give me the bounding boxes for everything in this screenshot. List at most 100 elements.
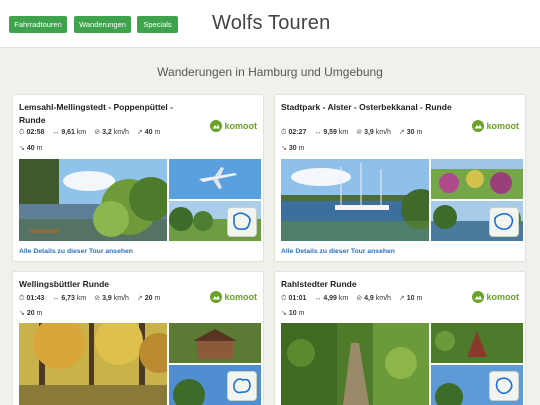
komoot-label: komoot <box>486 121 520 131</box>
tour-stats-row-2: ↘ 20 m <box>19 309 48 319</box>
clock-icon: ⏱ <box>19 129 25 136</box>
photo-hedge-path[interactable] <box>281 323 429 405</box>
komoot-label: komoot <box>224 121 258 131</box>
ascent-unit: m <box>154 295 161 302</box>
tour-distance: 6,73 <box>61 295 75 302</box>
tour-descent: 40 <box>26 145 35 152</box>
up-arrow-icon: ↗ <box>398 129 405 136</box>
tour-speed: 3,9 <box>364 129 374 136</box>
ascent-unit: m <box>154 129 161 136</box>
tour-title[interactable]: Rahlstedter Runde <box>281 278 461 291</box>
tour-ascent: 20 <box>144 295 153 302</box>
tour-speed: 3,2 <box>102 129 112 136</box>
nav-button-wanderungen[interactable]: Wanderungen <box>74 16 131 33</box>
tour-photo-gallery[interactable] <box>281 323 523 405</box>
tour-speed: 3,9 <box>102 295 112 302</box>
komoot-logo-icon <box>209 291 222 303</box>
tour-ascent: 40 <box>144 129 153 136</box>
tour-title[interactable]: Lemsahl-Mellingstedt - Poppenpüttel - Ru… <box>19 101 199 126</box>
up-arrow-icon: ↗ <box>398 295 405 302</box>
site-brand-title[interactable]: Wolfs Touren <box>212 12 330 35</box>
tour-card: Lemsahl-Mellingstedt - Poppenpüttel - Ru… <box>12 94 264 262</box>
tour-stats-row: ⏱ 02:58 ↔ 9,61 km ⊘ 3,2 km/h ↗ 40 m <box>19 128 166 138</box>
komoot-label: komoot <box>224 292 258 302</box>
distance-unit: km <box>76 295 87 302</box>
down-arrow-icon: ↘ <box>19 145 25 152</box>
tour-duration: 01:43 <box>26 295 45 302</box>
descent-unit: m <box>36 145 43 152</box>
ascent-unit: m <box>416 129 423 136</box>
tour-photo-gallery[interactable] <box>281 159 523 241</box>
tour-ascent: 10 <box>406 295 415 302</box>
photo-canal[interactable] <box>431 201 523 241</box>
tour-photo-gallery[interactable] <box>19 323 261 405</box>
up-arrow-icon: ↗ <box>136 129 143 136</box>
tour-descent: 10 <box>288 310 297 317</box>
page-subtitle: Wanderungen in Hamburg und Umgebung <box>157 65 383 79</box>
descent-unit: m <box>298 145 305 152</box>
speed-icon: ⊘ <box>94 295 101 302</box>
photo-blue-sky[interactable] <box>431 365 523 405</box>
tour-stats-row-2: ↘ 30 m <box>281 144 310 154</box>
tour-ascent: 30 <box>406 129 415 136</box>
komoot-logo[interactable]: komoot <box>471 291 520 303</box>
tour-title[interactable]: Stadtpark - Alster - Osterbekkanal - Run… <box>281 101 461 114</box>
ascent-unit: m <box>416 295 423 302</box>
distance-arrows-icon: ↔ <box>52 295 60 302</box>
tour-photo-gallery[interactable] <box>19 159 261 241</box>
distance-unit: km <box>76 129 87 136</box>
speed-icon: ⊘ <box>94 129 101 136</box>
tour-stats-row: ⏱ 02:27 ↔ 9,59 km ⊘ 3,9 km/h ↗ 30 m <box>281 128 428 138</box>
route-map-thumbnail[interactable] <box>489 371 519 401</box>
photo-lake-forest[interactable] <box>19 159 167 241</box>
tour-details-link[interactable]: Alle Details zu dieser Tour ansehen <box>19 248 133 255</box>
speed-icon: ⊘ <box>356 295 363 302</box>
clock-icon: ⏱ <box>19 295 25 302</box>
tour-duration: 01:01 <box>288 295 307 302</box>
tour-details-link[interactable]: Alle Details zu dieser Tour ansehen <box>281 248 395 255</box>
tour-card: Rahlstedter Runde komoot ⏱ 01:01 ↔ 4,99 km… <box>274 271 526 405</box>
tour-distance: 9,61 <box>61 129 75 136</box>
tour-stats-row-2: ↘ 10 m <box>281 309 310 319</box>
tour-descent: 30 <box>288 145 297 152</box>
tour-distance: 4,99 <box>323 295 337 302</box>
photo-autumn-forest[interactable] <box>19 323 167 405</box>
photo-flower-garden[interactable] <box>431 159 523 199</box>
speed-unit: km/h <box>113 129 129 136</box>
tour-stats-row: ⏱ 01:01 ↔ 4,99 km ⊘ 4,9 km/h ↗ 10 m <box>281 294 428 304</box>
route-map-thumbnail[interactable] <box>227 371 257 401</box>
down-arrow-icon: ↘ <box>281 310 287 317</box>
komoot-logo[interactable]: komoot <box>471 120 520 132</box>
tour-card: Stadtpark - Alster - Osterbekkanal - Run… <box>274 94 526 262</box>
distance-unit: km <box>338 129 349 136</box>
clock-icon: ⏱ <box>281 129 287 136</box>
komoot-label: komoot <box>486 292 520 302</box>
photo-airplane[interactable] <box>169 159 261 199</box>
tour-distance: 9,59 <box>323 129 337 136</box>
photo-pagoda[interactable] <box>431 323 523 363</box>
descent-unit: m <box>298 310 305 317</box>
tour-title[interactable]: Wellingsbüttler Runde <box>19 278 199 291</box>
photo-meadow[interactable] <box>169 201 261 241</box>
tour-card: Wellingsbüttler Runde komoot ⏱ 01:43 ↔ 6,7… <box>12 271 264 405</box>
descent-unit: m <box>36 310 43 317</box>
photo-forest-house[interactable] <box>169 323 261 363</box>
route-map-thumbnail[interactable] <box>489 207 519 237</box>
photo-sky-trees[interactable] <box>169 365 261 405</box>
komoot-logo-icon <box>471 291 484 303</box>
tour-duration: 02:58 <box>26 129 45 136</box>
nav-button-specials[interactable]: Specials <box>137 16 178 33</box>
route-map-thumbnail[interactable] <box>227 207 257 237</box>
tour-stats-row: ⏱ 01:43 ↔ 6,73 km ⊘ 3,9 km/h ↗ 20 m <box>19 294 166 304</box>
komoot-logo[interactable]: komoot <box>209 120 258 132</box>
distance-unit: km <box>338 295 349 302</box>
tour-speed: 4,9 <box>364 295 374 302</box>
speed-icon: ⊘ <box>356 129 363 136</box>
photo-sailboats-alster[interactable] <box>281 159 429 241</box>
komoot-logo[interactable]: komoot <box>209 291 258 303</box>
down-arrow-icon: ↘ <box>19 310 25 317</box>
komoot-logo-icon <box>471 120 484 132</box>
speed-unit: km/h <box>375 129 391 136</box>
down-arrow-icon: ↘ <box>281 145 287 152</box>
nav-button-fahrradtouren[interactable]: Fahrradtouren <box>9 16 67 33</box>
